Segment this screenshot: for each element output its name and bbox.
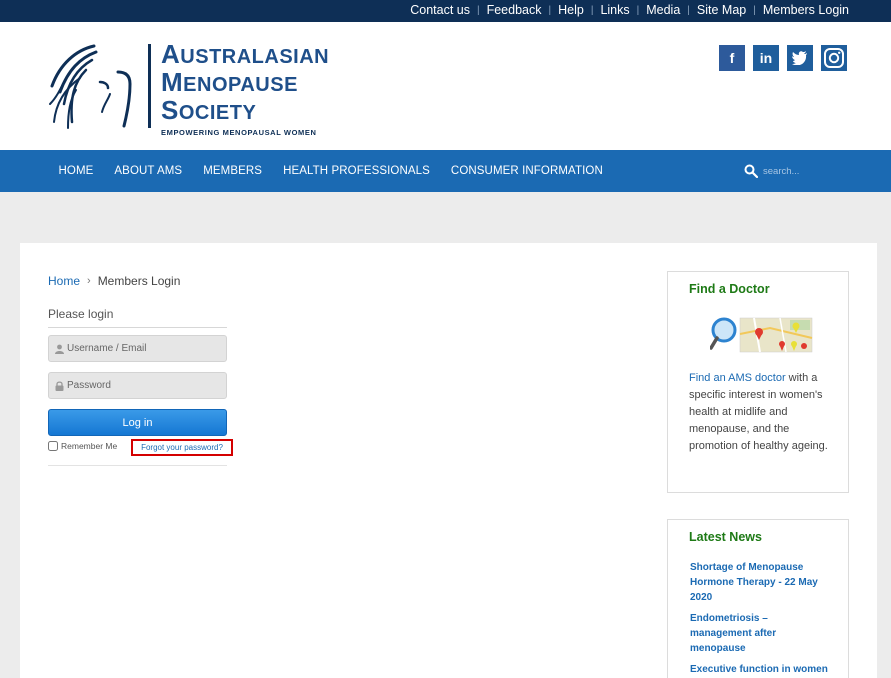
login-button[interactable]: Log in <box>48 409 227 436</box>
news-item[interactable]: Endometriosis – management after menopau… <box>690 611 830 656</box>
find-doctor-widget: Find a Doctor Find an AMS doctor with a … <box>667 271 849 493</box>
logo-cap: M <box>161 67 184 97</box>
social-links: f in <box>719 45 847 71</box>
members-login-link[interactable]: Members Login <box>763 3 849 17</box>
logo-cap: A <box>161 39 181 69</box>
logo-word: OCIETY <box>178 102 257 124</box>
top-utility-bar: Contact us | Feedback | Help | Links | Media… <box>0 0 891 22</box>
separator: | <box>476 4 480 16</box>
nav-home[interactable]: HOME <box>48 165 104 177</box>
news-item[interactable]: Shortage of Menopause Hormone Therapy - … <box>690 560 830 605</box>
linkedin-icon[interactable]: in <box>753 45 779 71</box>
password-input[interactable] <box>67 380 217 391</box>
username-field[interactable] <box>48 335 227 362</box>
site-map-link[interactable]: Site Map <box>697 3 746 17</box>
facebook-icon[interactable]: f <box>719 45 745 71</box>
map-search-icon[interactable] <box>710 314 814 354</box>
site-search <box>744 164 833 178</box>
nav-consumer-information[interactable]: CONSUMER INFORMATION <box>440 165 613 177</box>
divider <box>48 465 227 466</box>
find-doctor-body: with a specific interest in women's heal… <box>689 372 828 452</box>
logo-word: USTRALASIAN <box>180 46 330 68</box>
remember-me-checkbox[interactable] <box>48 441 58 451</box>
remember-me[interactable]: Remember Me <box>48 441 117 451</box>
links-link[interactable]: Links <box>600 3 629 17</box>
main-navigation: HOME ABOUT AMS MEMBERS HEALTH PROFESSION… <box>0 150 891 192</box>
find-doctor-link[interactable]: Find an AMS doctor <box>689 372 786 384</box>
logo-wordmark: AUSTRALASIAN MENOPAUSE SOCIETY EMPOWERIN… <box>161 39 330 137</box>
news-list: Shortage of Menopause Hormone Therapy - … <box>690 560 830 678</box>
password-field[interactable] <box>48 372 227 399</box>
logo-divider <box>148 44 151 128</box>
separator: | <box>548 4 552 16</box>
login-heading: Please login <box>48 307 114 321</box>
help-link[interactable]: Help <box>558 3 584 17</box>
forgot-password-link[interactable]: Forgot your password? <box>131 439 233 456</box>
feedback-link[interactable]: Feedback <box>487 3 542 17</box>
site-header: AUSTRALASIAN MENOPAUSE SOCIETY EMPOWERIN… <box>0 22 891 150</box>
news-item[interactable]: Executive function in women <box>690 662 830 677</box>
site-logo[interactable]: AUSTRALASIAN MENOPAUSE SOCIETY EMPOWERIN… <box>46 41 346 137</box>
latest-news-widget: Latest News Shortage of Menopause Hormon… <box>667 519 849 678</box>
chevron-right-icon: › <box>87 275 91 287</box>
logo-cap: S <box>161 95 179 125</box>
nav-about-ams[interactable]: ABOUT AMS <box>104 165 193 177</box>
breadcrumb-home-link[interactable]: Home <box>48 274 80 288</box>
breadcrumb-current: Members Login <box>97 274 181 288</box>
find-doctor-title: Find a Doctor <box>689 282 770 296</box>
media-link[interactable]: Media <box>646 3 680 17</box>
find-doctor-description: Find an AMS doctor with a specific inter… <box>689 370 837 455</box>
logo-tagline: EMPOWERING MENOPAUSAL WOMEN <box>161 128 317 137</box>
username-input[interactable] <box>67 343 217 354</box>
nav-health-professionals[interactable]: HEALTH PROFESSIONALS <box>273 165 441 177</box>
remember-me-label: Remember Me <box>61 441 118 451</box>
main-content: Home › Members Login Please login Log in… <box>20 243 877 678</box>
logo-word: ENOPAUSE <box>183 74 298 96</box>
instagram-icon[interactable] <box>821 45 847 71</box>
search-icon[interactable] <box>744 164 758 178</box>
separator: | <box>590 4 594 16</box>
separator: | <box>636 4 640 16</box>
user-icon <box>55 344 64 354</box>
search-input[interactable] <box>763 165 833 177</box>
lock-icon <box>55 380 64 391</box>
twitter-icon[interactable] <box>787 45 813 71</box>
logo-figure-icon <box>49 44 132 129</box>
divider <box>48 327 227 328</box>
latest-news-title: Latest News <box>689 530 762 544</box>
contact-us-link[interactable]: Contact us <box>410 3 470 17</box>
separator: | <box>753 4 756 16</box>
breadcrumb: Home › Members Login <box>48 274 180 288</box>
separator: | <box>687 4 690 16</box>
utility-links: Contact us | Feedback | Help | Links | Media… <box>410 3 849 17</box>
nav-members[interactable]: MEMBERS <box>193 165 273 177</box>
